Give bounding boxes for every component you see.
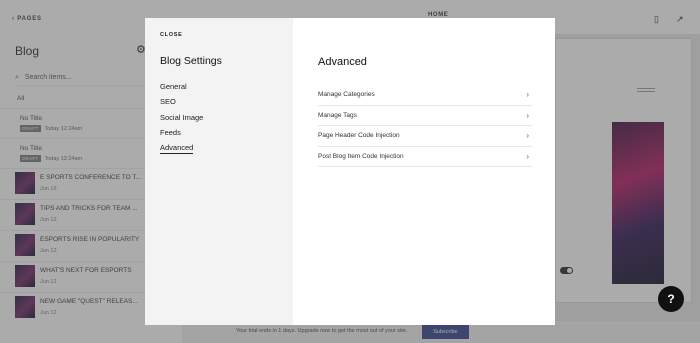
chevron-right-icon: › [526,90,529,100]
close-button[interactable]: CLOSE [160,32,182,38]
nav-item-advanced[interactable]: Advanced [160,143,203,158]
chevron-right-icon: › [526,131,529,141]
blog-settings-dialog: CLOSE Blog Settings General SEO Social I… [145,18,555,325]
settings-content: Advanced Manage Categories › Manage Tags… [293,18,555,325]
nav-label: Advanced [160,143,194,155]
dialog-title: Blog Settings [160,55,222,67]
row-label: Manage Categories [318,91,375,99]
nav-label: Feeds [160,127,181,137]
nav-label: SEO [160,97,176,107]
nav-item-feeds[interactable]: Feeds [160,128,203,143]
advanced-options-list: Manage Categories › Manage Tags › Page H… [318,85,532,167]
settings-nav: General SEO Social Image Feeds Advanced [160,82,203,158]
nav-item-social-image[interactable]: Social Image [160,113,203,128]
nav-item-seo[interactable]: SEO [160,97,203,112]
row-label: Manage Tags [318,111,357,119]
row-label: Post Blog Item Code Injection [318,152,404,160]
settings-nav-panel: CLOSE Blog Settings General SEO Social I… [145,18,293,325]
help-button[interactable]: ? [658,286,684,312]
nav-label: Social Image [160,112,204,122]
section-title: Advanced [318,56,367,68]
chevron-right-icon: › [526,151,529,161]
row-label: Page Header Code Injection [318,132,400,140]
post-blog-item-code-injection-row[interactable]: Post Blog Item Code Injection › [318,147,532,167]
nav-item-general[interactable]: General [160,82,203,97]
nav-label: General [160,82,187,91]
manage-categories-row[interactable]: Manage Categories › [318,85,532,106]
manage-tags-row[interactable]: Manage Tags › [318,106,532,126]
page-header-code-injection-row[interactable]: Page Header Code Injection › [318,126,532,147]
chevron-right-icon: › [526,110,529,120]
